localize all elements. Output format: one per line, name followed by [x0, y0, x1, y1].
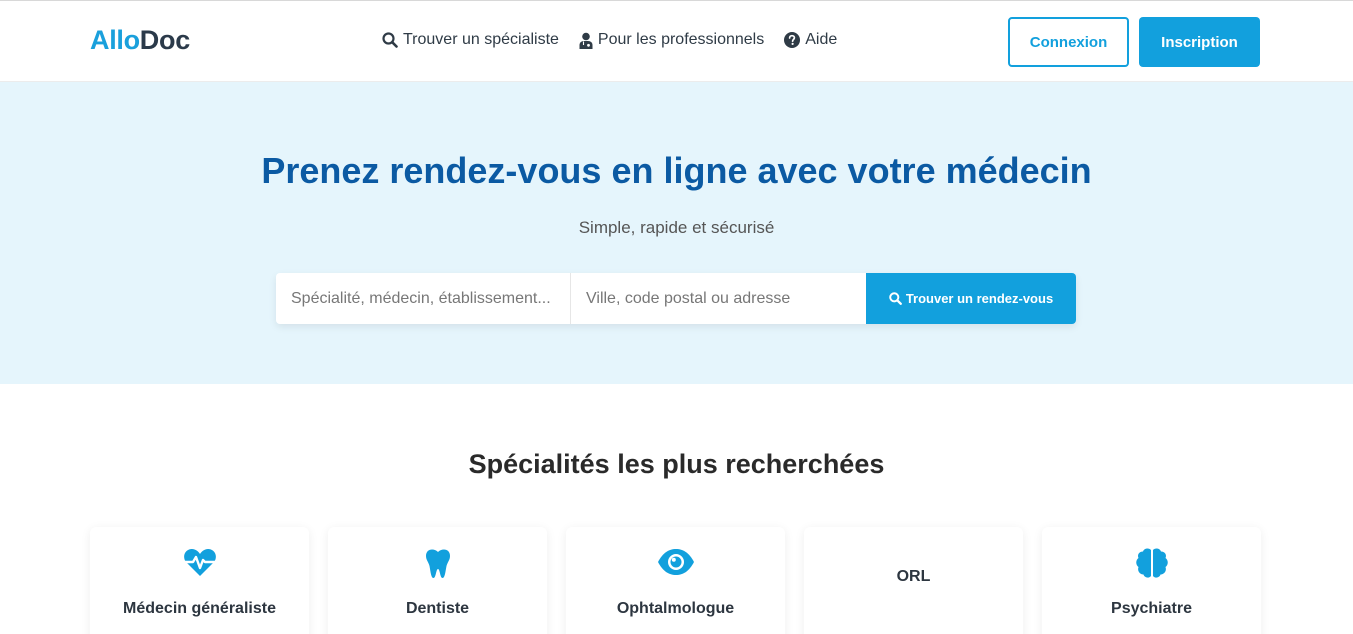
specialty-label: Médecin généraliste [123, 600, 276, 617]
login-button[interactable]: Connexion [1008, 17, 1129, 67]
heartbeat-icon [182, 548, 217, 576]
location-search-input[interactable] [571, 273, 866, 324]
brain-icon [1135, 548, 1168, 578]
specialty-card-ophthalmologist[interactable]: Ophtalmologue [566, 527, 785, 634]
find-appointment-button[interactable]: Trouver un rendez-vous [866, 273, 1076, 324]
specialty-card-general-practitioner[interactable]: Médecin généraliste [90, 527, 309, 634]
search-icon [382, 32, 398, 48]
specialty-card-ent[interactable]: ORL [804, 527, 1023, 634]
nav-find-specialist[interactable]: Trouver un spécialiste [382, 31, 559, 49]
specialty-card-dentist[interactable]: Dentiste [328, 527, 547, 634]
logo[interactable]: AlloDoc [90, 25, 190, 56]
specialties-list: Médecin généraliste Dentiste Ophtalmolog… [90, 527, 1261, 634]
specialty-label: Ophtalmologue [616, 600, 735, 617]
search-icon [889, 292, 902, 305]
site-header: AlloDoc Trouver un spécialiste Pour les … [0, 1, 1353, 82]
logo-part-doc: Doc [139, 25, 190, 55]
doctor-icon [579, 32, 593, 49]
hero-subtitle: Simple, rapide et sécurisé [578, 218, 775, 237]
nav-help-label: Aide [805, 31, 838, 48]
hero-title: Prenez rendez-vous en ligne avec votre m… [261, 150, 1092, 191]
logo-part-allo: Allo [90, 25, 140, 55]
nav-help[interactable]: Aide [784, 31, 837, 49]
specialty-label: Dentiste [405, 600, 470, 617]
nav-find-specialist-label: Trouver un spécialiste [403, 31, 559, 48]
specialty-search-input[interactable] [276, 273, 571, 324]
specialties-title: Spécialités les plus recherchées [468, 449, 885, 479]
eye-icon [657, 549, 694, 575]
help-circle-icon [784, 32, 801, 48]
nav-professionals[interactable]: Pour les professionnels [579, 31, 764, 49]
tooth-icon [425, 549, 450, 578]
signup-button[interactable]: Inscription [1139, 17, 1260, 67]
specialty-label: Psychiatre [1111, 600, 1192, 617]
search-bar: Trouver un rendez-vous [276, 273, 1076, 324]
find-appointment-label: Trouver un rendez-vous [905, 291, 1054, 306]
specialty-card-psychiatrist[interactable]: Psychiatre [1042, 527, 1261, 634]
main-nav: Trouver un spécialiste Pour les professi… [382, 31, 837, 49]
specialty-label: ORL [896, 568, 931, 585]
hero-section: Prenez rendez-vous en ligne avec votre m… [0, 82, 1353, 384]
nav-professionals-label: Pour les professionnels [597, 31, 765, 48]
